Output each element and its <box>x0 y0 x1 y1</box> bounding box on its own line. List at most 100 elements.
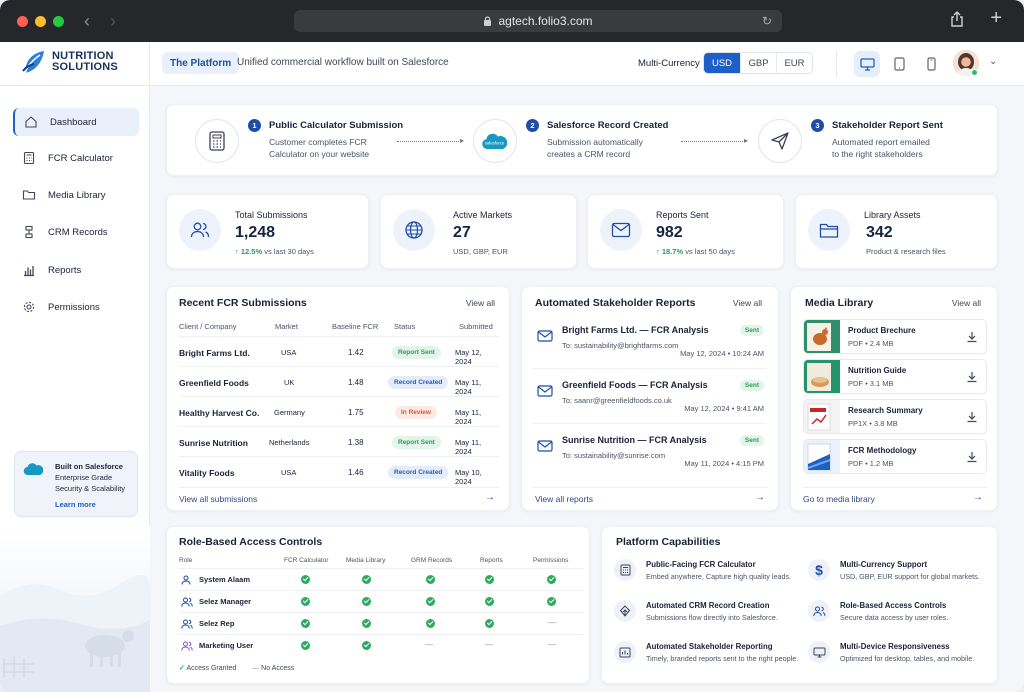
new-tab-icon[interactable]: + <box>990 8 1002 28</box>
market: Netherlands <box>269 438 310 447</box>
access-granted-icon <box>301 597 310 606</box>
client-name: Sunrise Nutrition <box>179 438 248 448</box>
tablet-view-button[interactable] <box>886 51 912 77</box>
table-row[interactable]: Bright Farms Ltd. USA 1.42 Report Sent M… <box>179 338 499 367</box>
arrow-right-icon[interactable]: → <box>755 492 765 503</box>
share-icon[interactable] <box>950 11 964 27</box>
capability-title: Automated Stakeholder Reporting <box>646 642 773 651</box>
farm-illustration <box>0 526 150 692</box>
maximize-window-button[interactable] <box>53 15 64 27</box>
column-header: Baseline FCR <box>332 322 379 331</box>
table-row[interactable]: Greenfield Foods UK 1.48 Record Created … <box>179 368 499 397</box>
role-row[interactable]: System Alaam <box>179 569 583 591</box>
submitted-date: May 11, 2024 <box>455 408 482 426</box>
arrow-right-icon[interactable]: → <box>485 492 495 503</box>
arrow-right-icon[interactable]: → <box>973 492 983 503</box>
arrow-right-icon: ▸ <box>460 136 465 145</box>
brand-logo[interactable]: NUTRITION SOLUTIONS <box>22 49 118 75</box>
view-all-submissions-link[interactable]: View all <box>466 298 495 308</box>
table-row[interactable]: Sunrise Nutrition Netherlands 1.38 Repor… <box>179 428 499 457</box>
access-granted-icon <box>485 619 494 628</box>
role-row[interactable]: Selez Rep — <box>179 613 583 635</box>
reload-icon[interactable]: ↻ <box>762 14 772 28</box>
role-row[interactable]: Selez Manager <box>179 591 583 613</box>
capability-desc: Optimized for desktop, tables, and mobil… <box>840 654 975 663</box>
download-icon[interactable] <box>966 451 978 463</box>
access-granted-icon <box>362 641 371 650</box>
sidebar-item-media-library[interactable]: Media Library <box>13 181 139 209</box>
view-all-media-link[interactable]: View all <box>952 298 981 308</box>
report-item[interactable]: Bright Farms Ltd. — FCR Analysis To: sus… <box>532 321 766 369</box>
dollar-icon: $ <box>815 562 823 578</box>
download-icon[interactable] <box>966 411 978 423</box>
legend-none: No Access <box>261 665 295 672</box>
mobile-icon <box>926 57 936 71</box>
sidebar-item-reports[interactable]: Reports <box>13 256 139 284</box>
media-item[interactable]: Product Brechure PDF • 2.4 MB <box>803 319 987 354</box>
feed-bowl-thumbnail-icon <box>804 360 840 393</box>
column-header: GRM Records <box>411 557 453 564</box>
address-bar[interactable]: agtech.folio3.com ↻ <box>294 10 782 32</box>
chevron-down-icon[interactable]: ⌄ <box>989 56 997 67</box>
capability-title: Public-Facing FCR Calculator <box>646 560 756 569</box>
view-all-submissions-footer-link[interactable]: View all submissions <box>179 494 257 504</box>
media-meta: PDF • 2.4 MB <box>848 339 894 348</box>
recent-submissions-card: Recent FCR Submissions View all Client /… <box>166 286 510 511</box>
access-granted-icon <box>485 597 494 606</box>
download-icon[interactable] <box>966 371 978 383</box>
mobile-view-button[interactable] <box>918 51 944 77</box>
users-icon <box>181 641 193 651</box>
sidebar-item-crm-records[interactable]: CRM Records <box>13 218 139 246</box>
market: UK <box>284 378 295 387</box>
report-item[interactable]: Greenfield Foods — FCR Analysis To: saan… <box>532 376 766 424</box>
rbac-card: Role-Based Access Controls Role FCR Calc… <box>166 526 590 684</box>
mail-icon <box>537 440 553 452</box>
table-row[interactable]: Vitality Foods USA 1.46 Record Created M… <box>179 458 499 487</box>
platform-pill[interactable]: The Platform <box>162 52 240 74</box>
learn-more-link[interactable]: Learn more <box>55 499 129 510</box>
no-access-icon: — <box>485 640 493 649</box>
flow-step-desc: Calculator on your website <box>269 149 370 159</box>
media-item[interactable]: FCR Methodology PDF • 1.2 MB <box>803 439 987 474</box>
currency-usd-button[interactable]: USD <box>704 53 740 73</box>
minimize-window-button[interactable] <box>35 15 46 27</box>
view-all-reports-link[interactable]: View all <box>733 298 762 308</box>
table-row[interactable]: Healthy Harvest Co. Germany 1.75 In Revi… <box>179 398 499 427</box>
flow-step-desc: Customer completes FCR <box>269 137 367 147</box>
dash-icon: — <box>252 665 260 672</box>
currency-eur-button[interactable]: EUR <box>776 53 812 73</box>
client-name: Vitality Foods <box>179 468 235 478</box>
user-icon <box>181 575 191 585</box>
gear-icon <box>23 301 35 313</box>
column-header: Media Library <box>346 557 386 564</box>
legend-granted: Access Granted <box>186 665 237 672</box>
sidebar-item-label: FCR Calculator <box>48 152 113 164</box>
access-granted-icon <box>301 575 310 584</box>
desktop-view-button[interactable] <box>854 51 880 77</box>
back-icon[interactable]: ‹ <box>84 12 90 30</box>
role-row[interactable]: Marketing User — — — <box>179 635 583 657</box>
salesforce-cloud-icon <box>23 463 44 476</box>
media-item[interactable]: Nutrition Guide PDF • 3.1 MB <box>803 359 987 394</box>
status-badge: Report Sent <box>392 436 441 449</box>
salesforce-logo-text: salesforce <box>485 141 505 146</box>
sidebar-item-dashboard[interactable]: Dashboard <box>13 108 139 136</box>
sidebar-item-fcr-calculator[interactable]: FCR Calculator <box>13 144 139 172</box>
salesforce-card: Built on Salesforce Enterprise Grade Sec… <box>14 451 138 517</box>
report-item[interactable]: Sunrise Nutrition — FCR Analysis To: sus… <box>532 431 766 479</box>
tablet-icon <box>893 57 905 71</box>
flow-step-3-icon <box>758 119 802 163</box>
report-date: May 11, 2024 • 4:15 PM <box>684 459 764 468</box>
sidebar-item-permissions[interactable]: Permissions <box>13 293 139 321</box>
flow-step-number: 3 <box>811 119 824 132</box>
column-header: Role <box>179 557 193 564</box>
media-item[interactable]: Research Summary PP1X • 3.8 MB <box>803 399 987 434</box>
market: USA <box>281 468 297 477</box>
go-to-media-library-link[interactable]: Go to media library <box>803 494 875 504</box>
close-window-button[interactable] <box>17 15 28 27</box>
currency-gbp-button[interactable]: GBP <box>740 53 776 73</box>
status-badge: Sent <box>739 380 764 391</box>
download-icon[interactable] <box>966 331 978 343</box>
forward-icon[interactable]: › <box>110 12 116 30</box>
view-all-reports-footer-link[interactable]: View all reports <box>535 494 593 504</box>
